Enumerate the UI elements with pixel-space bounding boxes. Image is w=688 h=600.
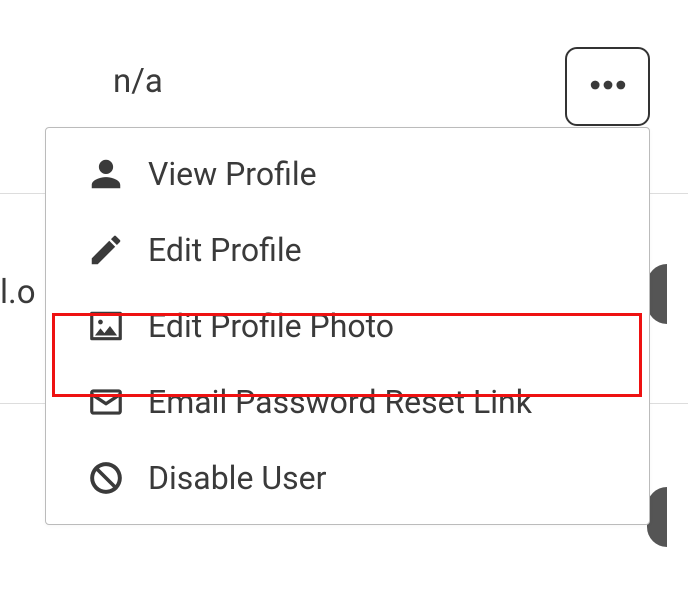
menu-item-edit-photo[interactable]: Edit Profile Photo bbox=[46, 288, 649, 364]
avatar bbox=[647, 264, 667, 324]
menu-item-label: Email Password Reset Link bbox=[148, 383, 532, 421]
menu-item-view-profile[interactable]: View Profile bbox=[46, 136, 649, 212]
image-icon bbox=[86, 306, 126, 346]
menu-item-label: Disable User bbox=[148, 459, 326, 497]
envelope-icon bbox=[86, 382, 126, 422]
ban-icon bbox=[86, 458, 126, 498]
menu-item-disable-user[interactable]: Disable User bbox=[46, 440, 649, 516]
menu-item-label: View Profile bbox=[148, 155, 317, 193]
actions-dropdown: View Profile Edit Profile Edit Profile P… bbox=[45, 127, 650, 525]
menu-item-label: Edit Profile bbox=[148, 231, 302, 269]
avatar bbox=[647, 487, 667, 547]
ellipsis-icon bbox=[586, 63, 630, 111]
more-actions-button[interactable] bbox=[565, 47, 650, 126]
menu-item-edit-profile[interactable]: Edit Profile bbox=[46, 212, 649, 288]
menu-item-email-reset[interactable]: Email Password Reset Link bbox=[46, 364, 649, 440]
menu-item-label: Edit Profile Photo bbox=[148, 307, 394, 345]
user-icon bbox=[86, 154, 126, 194]
pencil-icon bbox=[86, 230, 126, 270]
cell-value: n/a bbox=[113, 62, 163, 101]
truncated-text: l.o bbox=[0, 273, 36, 312]
